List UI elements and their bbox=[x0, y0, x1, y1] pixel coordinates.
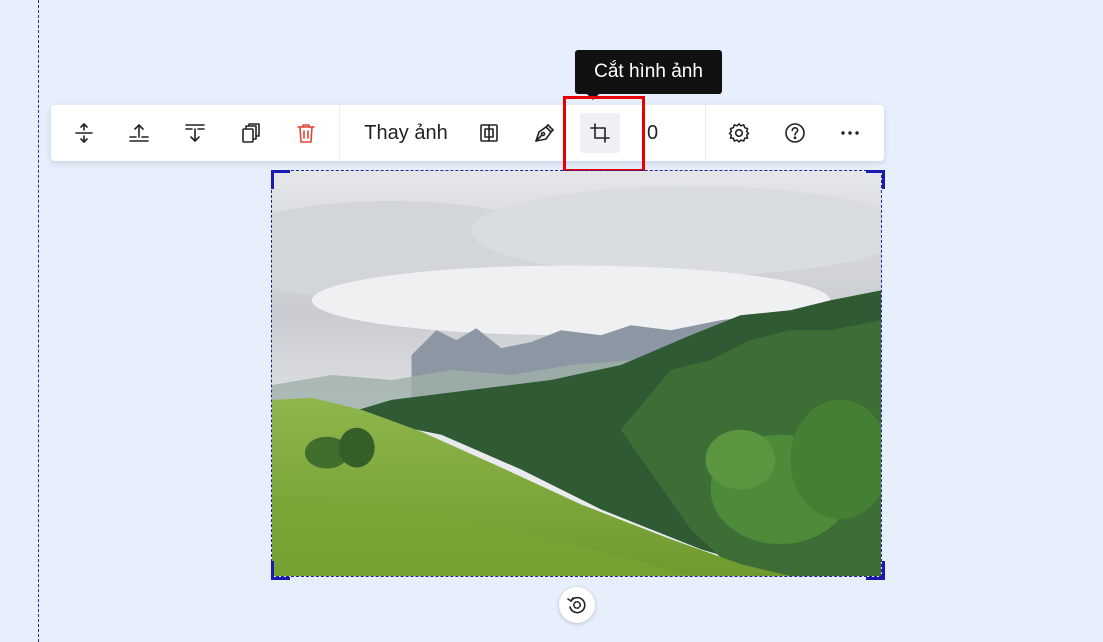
insert-space-icon bbox=[75, 123, 93, 143]
toolbar-divider bbox=[339, 105, 340, 161]
replace-image-button[interactable]: Thay ảnh bbox=[351, 113, 461, 153]
swap-image-button[interactable] bbox=[469, 113, 509, 153]
move-up-icon bbox=[129, 124, 149, 142]
delete-button[interactable] bbox=[286, 113, 326, 153]
tooltip: Cắt hình ảnh bbox=[575, 50, 722, 94]
insert-above-button[interactable] bbox=[119, 113, 159, 153]
insert-below-button[interactable] bbox=[175, 113, 215, 153]
tooltip-text: Cắt hình ảnh bbox=[594, 61, 703, 82]
insert-space-button[interactable] bbox=[64, 113, 104, 153]
truncated-label: 0 bbox=[647, 121, 659, 144]
settings-icon bbox=[728, 123, 750, 143]
rotate-button[interactable] bbox=[559, 587, 595, 623]
swap-image-icon bbox=[480, 124, 498, 142]
more-options-button[interactable] bbox=[830, 113, 870, 153]
resize-handle-top-left[interactable] bbox=[271, 170, 290, 189]
highlight-box bbox=[563, 96, 645, 172]
help-button[interactable] bbox=[775, 113, 815, 153]
landscape-image bbox=[272, 171, 881, 576]
resize-handle-bottom-left[interactable] bbox=[271, 561, 290, 580]
more-icon bbox=[841, 131, 859, 135]
toolbar-divider bbox=[705, 105, 706, 161]
duplicate-button[interactable] bbox=[230, 113, 270, 153]
delete-icon bbox=[297, 124, 315, 143]
pen-edit-icon bbox=[535, 124, 554, 142]
help-icon bbox=[785, 123, 805, 143]
resize-handle-top-right[interactable] bbox=[866, 170, 885, 189]
settings-button[interactable] bbox=[719, 113, 759, 153]
duplicate-icon bbox=[242, 123, 260, 143]
resize-handle-bottom-right[interactable] bbox=[866, 561, 885, 580]
selected-image[interactable] bbox=[271, 170, 882, 577]
image-toolbar: Thay ảnh 0 bbox=[51, 105, 884, 161]
layout-guide-line bbox=[38, 0, 39, 642]
edit-image-button[interactable] bbox=[524, 113, 564, 153]
rotate-icon bbox=[567, 596, 586, 614]
move-down-icon bbox=[185, 124, 205, 142]
